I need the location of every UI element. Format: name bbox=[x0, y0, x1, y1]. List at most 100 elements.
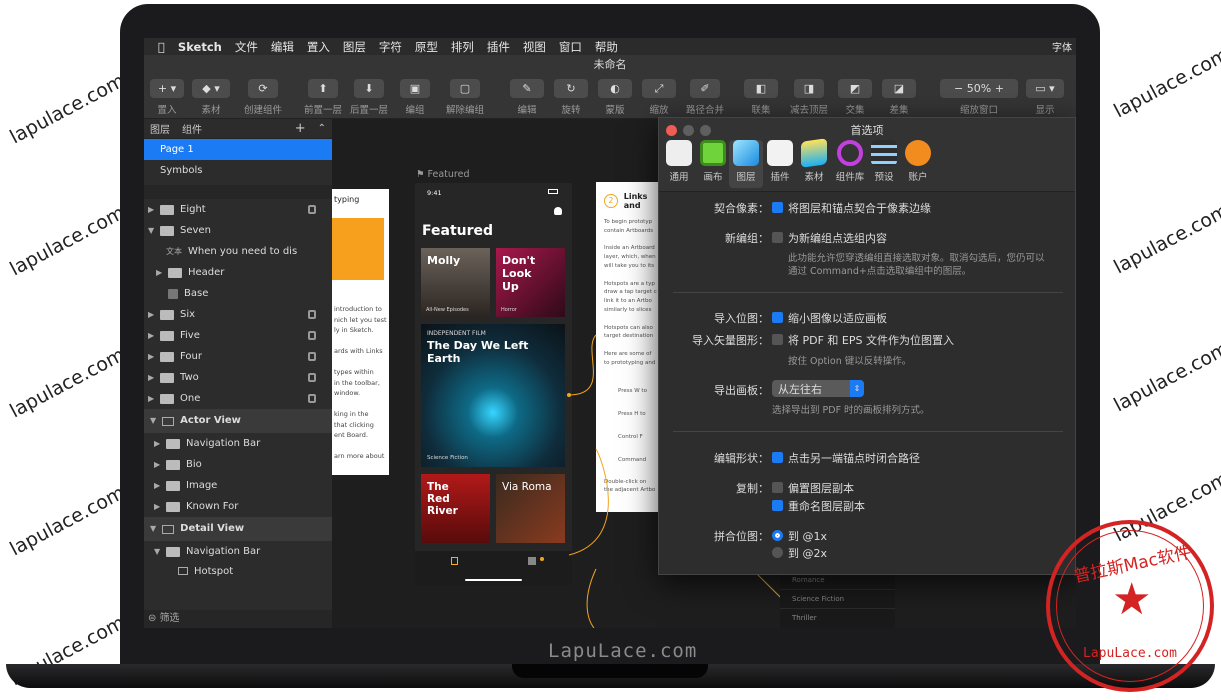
rename-copy-checkbox[interactable]: 重命名图层副本 bbox=[772, 498, 865, 514]
bring-forward-button[interactable]: ⬆ 前置一层 bbox=[302, 79, 344, 116]
offset-copy-checkbox[interactable]: 偏置图层副本 bbox=[772, 480, 854, 496]
layer-row[interactable]: ▶ One bbox=[144, 388, 332, 409]
lock-icon[interactable] bbox=[308, 373, 316, 382]
export-value: 从左往右 bbox=[778, 383, 822, 396]
menu-text[interactable]: 字符 bbox=[379, 39, 402, 55]
flatten-2x-radio[interactable]: 到 @2x bbox=[772, 545, 827, 561]
rotate-button[interactable]: ↻ 旋转 bbox=[554, 79, 588, 116]
union-button[interactable]: ◧ 联集 bbox=[744, 79, 778, 116]
card-via-roma[interactable]: Via Roma bbox=[496, 474, 565, 543]
group-button[interactable]: ▣ 编组 bbox=[400, 79, 430, 116]
layer-name: Known For bbox=[186, 501, 239, 512]
artboard-featured[interactable]: 9:41 Featured Molly All-New Episodes Don'… bbox=[415, 183, 572, 585]
lock-icon[interactable] bbox=[308, 205, 316, 214]
tab-general[interactable]: 通用 bbox=[662, 140, 696, 183]
ungroup-button[interactable]: ▢ 解除编组 bbox=[444, 79, 486, 116]
tab-canvas[interactable]: 画布 bbox=[696, 140, 730, 183]
artboard-detail-view[interactable]: ▼ Detail View bbox=[144, 517, 332, 541]
material-button[interactable]: ◆ ▾ 素材 bbox=[192, 79, 230, 116]
collapse-icon[interactable]: ⌃ bbox=[318, 123, 326, 134]
zoom-control[interactable]: − 50% + 缩放窗口 bbox=[940, 79, 1018, 116]
menu-view[interactable]: 视图 bbox=[523, 39, 546, 55]
zoom-in-icon[interactable]: + bbox=[991, 82, 1004, 95]
folder-icon bbox=[160, 225, 174, 236]
layer-row[interactable]: ▶ Eight bbox=[144, 199, 332, 220]
menu-prototype[interactable]: 原型 bbox=[415, 39, 438, 55]
add-page-icon[interactable]: + bbox=[295, 121, 306, 136]
menu-help[interactable]: 帮助 bbox=[595, 39, 618, 55]
difference-button[interactable]: ◪ 差集 bbox=[882, 79, 916, 116]
artboard-actor-view[interactable]: ▼ Actor View bbox=[144, 409, 332, 433]
tab-layers[interactable]: 图层 bbox=[729, 140, 763, 188]
artboard-left[interactable]: typing introduction to nich let you test l… bbox=[332, 189, 389, 475]
layer-row[interactable]: ▶ Two bbox=[144, 367, 332, 388]
edit-button[interactable]: ✎ 编辑 bbox=[510, 79, 544, 116]
flatten-1x-radio[interactable]: 到 @1x bbox=[772, 528, 827, 544]
layer-row[interactable]: ▶ Navigation Bar bbox=[144, 433, 332, 454]
tab-library-icon[interactable] bbox=[528, 557, 536, 565]
layer-row[interactable]: ▶ Four bbox=[144, 346, 332, 367]
newgroup-checkbox[interactable]: 为新编组点选组内容 bbox=[772, 230, 887, 246]
insert-button[interactable]: + ▾ 置入 bbox=[150, 79, 184, 116]
menu-file[interactable]: 文件 bbox=[235, 39, 258, 55]
menu-arrange[interactable]: 排列 bbox=[451, 39, 474, 55]
import-bitmap-checkbox[interactable]: 缩小图像以适应画板 bbox=[772, 310, 887, 326]
export-select[interactable]: 从左往右 ⇕ bbox=[772, 380, 864, 397]
lock-icon[interactable] bbox=[308, 331, 316, 340]
edit-shape-checkbox[interactable]: 点击另一端锚点时闭合路径 bbox=[772, 450, 920, 466]
menu-plugins[interactable]: 插件 bbox=[487, 39, 510, 55]
artboard-right[interactable]: 2 Links and To begin prototyp contain Artb… bbox=[596, 182, 666, 512]
scale-button[interactable]: ⤢ 缩放 bbox=[642, 79, 676, 116]
layer-row[interactable]: ▶ Six bbox=[144, 304, 332, 325]
edit-shape-label: 编辑形状： bbox=[714, 452, 769, 465]
menu-right-fonts[interactable]: 字体 bbox=[1052, 39, 1072, 54]
layer-row[interactable]: ▶ Header bbox=[144, 262, 332, 283]
flatten-button[interactable]: ✐ 路径合并 bbox=[682, 79, 728, 116]
tab-account[interactable]: 账户 bbox=[901, 140, 935, 183]
artboard-label[interactable]: ⚑ Featured bbox=[416, 169, 469, 180]
menu-edit[interactable]: 编辑 bbox=[271, 39, 294, 55]
lock-icon[interactable] bbox=[308, 394, 316, 403]
layer-row[interactable]: ▶ Known For bbox=[144, 496, 332, 517]
layer-row[interactable]: ▶ Image bbox=[144, 475, 332, 496]
layer-row[interactable]: ▼ Seven bbox=[144, 220, 332, 241]
layer-row[interactable]: ▶ Bio bbox=[144, 454, 332, 475]
menu-window[interactable]: 窗口 bbox=[559, 39, 582, 55]
card-molly[interactable]: Molly All-New Episodes bbox=[421, 248, 490, 317]
display-button[interactable]: ▭ ▾ 显示 bbox=[1026, 79, 1064, 116]
layer-row[interactable]: Base bbox=[144, 283, 332, 304]
subtract-button[interactable]: ◨ 减去顶层 bbox=[786, 79, 832, 116]
import-vector-checkbox[interactable]: 将 PDF 和 EPS 文件作为位图置入 bbox=[772, 332, 954, 348]
hero-card[interactable]: INDEPENDENT FILM The Day We Left Earth Sci… bbox=[421, 324, 565, 467]
snap-checkbox[interactable]: 将图层和锚点契合于像素边缘 bbox=[772, 200, 931, 216]
create-component-button[interactable]: ⟳ 创建组件 bbox=[242, 79, 284, 116]
tab-plugins[interactable]: 插件 bbox=[763, 140, 797, 183]
tab-home-icon[interactable] bbox=[451, 557, 458, 565]
send-backward-button[interactable]: ⬇ 后置一层 bbox=[348, 79, 390, 116]
intersect-button[interactable]: ◩ 交集 bbox=[838, 79, 872, 116]
layer-name: Five bbox=[180, 330, 200, 341]
page-item[interactable]: Page 1 bbox=[144, 139, 332, 160]
card-red-river[interactable]: The Red River bbox=[421, 474, 490, 543]
tab-libraries[interactable]: 组件库 bbox=[831, 140, 869, 183]
menu-layer[interactable]: 图层 bbox=[343, 39, 366, 55]
page-item[interactable]: Symbols bbox=[144, 160, 332, 181]
layer-row[interactable]: ▶ Five bbox=[144, 325, 332, 346]
layer-row[interactable]: Hotspot bbox=[144, 562, 332, 580]
tab-materials[interactable]: 素材 bbox=[797, 138, 831, 183]
menu-app[interactable]: Sketch bbox=[178, 40, 222, 54]
zoom-out-icon[interactable]: − bbox=[954, 82, 967, 95]
lock-icon[interactable] bbox=[308, 352, 316, 361]
card-dont-look-up[interactable]: Don't Look Up Horror bbox=[496, 248, 565, 317]
mask-button[interactable]: ◐ 蒙版 bbox=[598, 79, 632, 116]
menu-insert[interactable]: 置入 bbox=[307, 39, 330, 55]
filter-bar[interactable]: ⊜ 筛选 bbox=[144, 610, 332, 628]
tab-components[interactable]: 组件 bbox=[182, 121, 202, 136]
tab-layers[interactable]: 图层 bbox=[150, 121, 170, 136]
layer-row[interactable]: 文本 When you need to dis bbox=[144, 241, 332, 262]
layer-row[interactable]: ▼ Navigation Bar bbox=[144, 541, 332, 562]
tab-presets[interactable]: 预设 bbox=[867, 140, 901, 183]
apple-icon[interactable]:  bbox=[158, 40, 165, 54]
artboard-name: Actor View bbox=[180, 415, 241, 426]
lock-icon[interactable] bbox=[308, 310, 316, 319]
